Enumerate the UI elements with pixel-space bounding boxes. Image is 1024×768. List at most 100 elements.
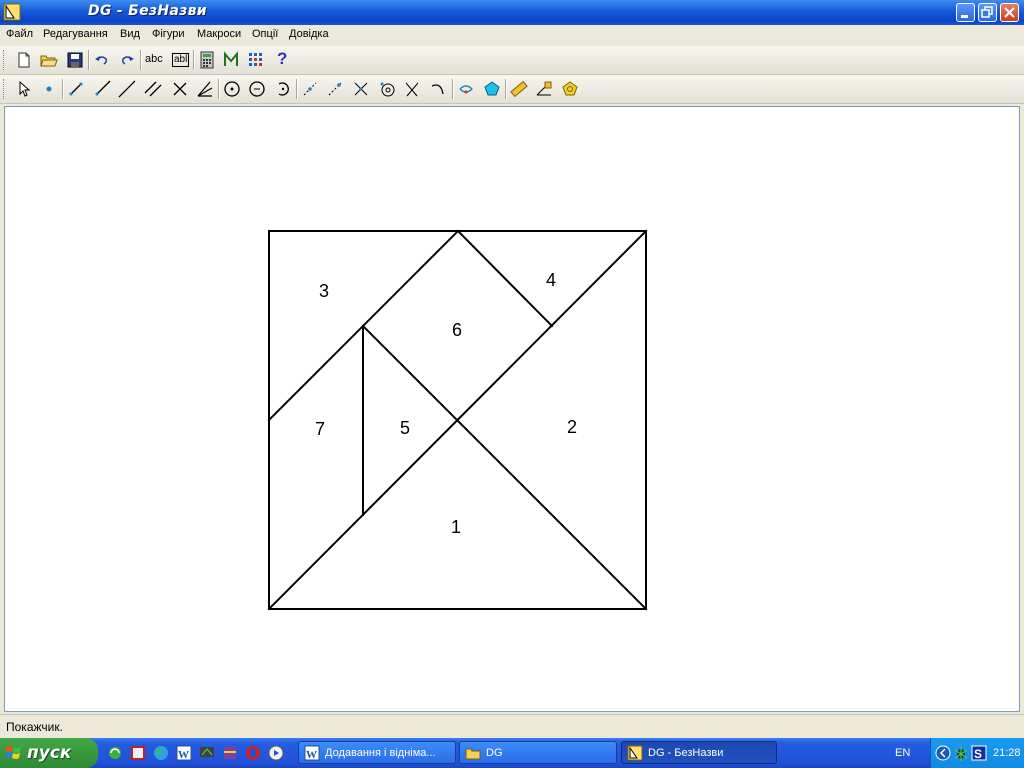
reflection-icon[interactable] [403,80,421,98]
menu-options[interactable]: Опції [252,28,278,40]
polygon-icon[interactable] [483,80,501,98]
measure-icon[interactable] [510,80,528,98]
word-document-icon: W [304,745,320,761]
svg-text:W: W [306,749,317,761]
tray-s-icon[interactable]: S [971,745,987,761]
grid-icon[interactable] [247,51,265,69]
menu-file[interactable]: Файл [6,28,33,40]
piece-label-7: 7 [315,419,325,439]
calculator-icon[interactable] [198,51,216,69]
quicklaunch-network-icon[interactable] [199,745,215,761]
task-button-dg-folder[interactable]: DG [459,741,617,764]
dg-app-icon [627,745,643,761]
system-tray: S 21:28 [930,738,1024,768]
menu-figures[interactable]: Фігури [152,28,184,40]
new-file-icon[interactable] [15,51,33,69]
line-icon[interactable] [118,80,136,98]
calculate-icon[interactable] [535,80,553,98]
save-icon[interactable] [66,51,84,69]
language-indicator[interactable]: EN [895,747,910,759]
windows-logo-icon [5,746,21,759]
menu-macros[interactable]: Макроси [197,28,241,40]
quicklaunch-archive-icon[interactable] [222,745,238,761]
piece-label-2: 2 [567,417,577,437]
drawing-canvas[interactable]: 1 2 3 4 5 6 7 [4,106,1020,712]
quicklaunch-player-icon[interactable] [268,745,284,761]
construction-toolbar [0,75,1024,104]
transform-icon[interactable] [561,80,579,98]
segment-upper-right[interactable] [456,229,554,328]
quicklaunch-globe-icon[interactable] [153,745,169,761]
open-folder-icon[interactable] [40,51,58,69]
text-label-icon[interactable]: abc [145,51,165,69]
task-button-word-document[interactable]: W Додавання і відніма... [298,741,456,764]
close-icon [1004,7,1015,18]
parallel-icon[interactable] [144,80,162,98]
folder-icon [465,748,481,760]
menu-edit[interactable]: Редагування [43,28,108,40]
tangram-drawing[interactable]: 1 2 3 4 5 6 7 [5,107,1019,711]
circle-radius-icon[interactable] [248,80,266,98]
perpendicular-icon[interactable] [171,80,189,98]
task-label: DG [486,747,503,759]
taskbar: пуск W W Додавання і відніма... DG DG - … [0,738,1024,768]
quicklaunch-opera-icon[interactable] [245,745,261,761]
text-field-icon[interactable]: abl [171,51,190,69]
task-label: DG - БезНазви [648,747,724,759]
intersection-icon[interactable] [352,80,370,98]
help-icon[interactable]: ? [274,49,292,69]
piece-label-3: 3 [319,281,329,301]
status-text: Покажчик. [6,720,63,734]
quicklaunch-word-icon[interactable]: W [176,745,192,761]
restore-icon [981,6,993,18]
title-bar[interactable]: DG - БезНазви [0,0,1024,25]
piece-label-6: 6 [452,320,462,340]
piece-label-1: 1 [451,517,461,537]
standard-toolbar: abc abl ? [0,46,1024,75]
window-title: DG - БезНазви [88,3,207,19]
task-label: Додавання і відніма... [325,747,436,759]
toolbar-grip[interactable] [3,79,7,99]
dg-app-icon [3,3,21,21]
status-bar: Покажчик. [0,714,1024,739]
quicklaunch-refresh-icon[interactable] [107,745,123,761]
arc-icon[interactable] [274,80,292,98]
midpoint-icon[interactable] [301,80,319,98]
segment-icon[interactable] [67,80,85,98]
clock[interactable]: 21:28 [993,747,1021,759]
macro-icon[interactable] [222,51,240,69]
restore-button[interactable] [978,3,997,22]
piece-label-5: 5 [400,418,410,438]
minimize-button[interactable] [956,3,975,22]
piece-label-4: 4 [546,270,556,290]
svg-text:S: S [974,747,982,761]
text-field-tool-glyph: abl [172,53,190,67]
point-on-object-icon[interactable] [326,80,344,98]
rotation-icon[interactable] [429,80,447,98]
circle-center-icon[interactable] [223,80,241,98]
undo-icon[interactable] [93,51,111,69]
minimize-icon [961,15,968,18]
redo-icon[interactable] [118,51,136,69]
text-label-tool-glyph: abc [145,53,163,65]
help-glyph: ? [277,49,288,68]
start-button[interactable]: пуск [0,738,98,768]
toolbar-grip[interactable] [3,50,7,70]
ray-icon[interactable] [93,80,111,98]
pointer-icon[interactable] [15,80,33,98]
point-icon[interactable] [40,80,58,98]
close-button[interactable] [1000,3,1019,22]
menu-bar: Файл Редагування Вид Фігури Макроси Опці… [0,25,1024,45]
task-button-dg-active[interactable]: DG - БезНазви [621,741,777,764]
point-on-circle-icon[interactable] [378,80,396,98]
quicklaunch-media-icon[interactable] [130,745,146,761]
locus-icon[interactable] [457,80,475,98]
angle-bisector-icon[interactable] [196,80,214,98]
svg-text:W: W [178,749,189,761]
menu-help[interactable]: Довідка [289,28,329,40]
tray-expand-icon[interactable] [935,745,951,761]
tray-bug-icon[interactable] [953,745,969,761]
menu-view[interactable]: Вид [120,28,140,40]
start-label: пуск [27,743,72,763]
segment-diagonal-lower-right[interactable] [361,324,648,611]
